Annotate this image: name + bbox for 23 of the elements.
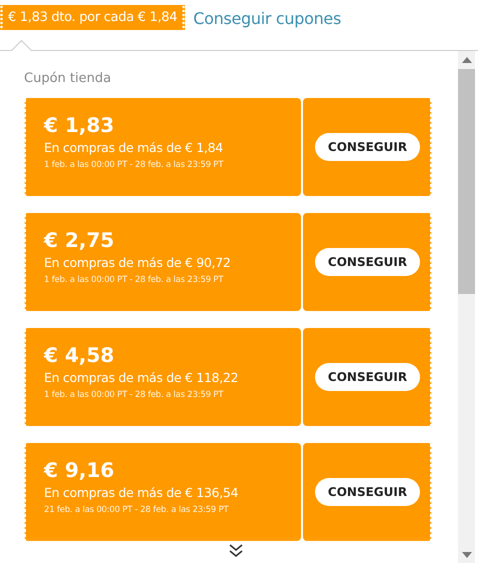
get-coupon-button[interactable]: CONSEGUIR [314,133,420,161]
scroll-up-icon[interactable] [462,57,472,63]
coupon-validity: 1 feb. a las 00:00 PT - 28 feb. a las 23:59 PT [44,160,224,170]
get-coupon-button[interactable]: CONSEGUIR [314,478,420,506]
coupon-amount: € 1,83 [44,112,116,138]
coupon-validity: 1 feb. a las 00:00 PT - 28 feb. a las 23:59 PT [44,390,224,400]
get-coupon-button[interactable]: CONSEGUIR [314,363,420,391]
coupon-condition: En compras de más de € 136,54 [44,485,240,500]
get-coupon-button[interactable]: CONSEGUIR [314,248,420,276]
expand-chevron-icon[interactable] [228,544,244,558]
coupon-condition: En compras de más de € 118,22 [44,370,240,385]
scroll-down-icon[interactable] [462,552,472,558]
coupon-amount: € 2,75 [44,227,116,253]
coupon-amount: € 9,16 [44,457,116,483]
coupon-validity: 1 feb. a las 00:00 PT - 28 feb. a las 23:59 PT [44,275,224,285]
discount-badge: € 1,83 dto. por cada € 1,84 [0,4,186,30]
get-coupons-link[interactable]: Conseguir cupones [193,8,342,28]
coupon-validity: 21 feb. a las 00:00 PT - 28 feb. a las 23:59 PT [44,505,230,515]
scrollbar[interactable] [458,51,475,563]
coupon-amount: € 4,58 [44,342,116,368]
section-title: Cupón tienda [24,71,112,86]
coupon-condition: En compras de más de € 1,84 [44,140,224,155]
coupon-condition: En compras de más de € 90,72 [44,255,232,270]
